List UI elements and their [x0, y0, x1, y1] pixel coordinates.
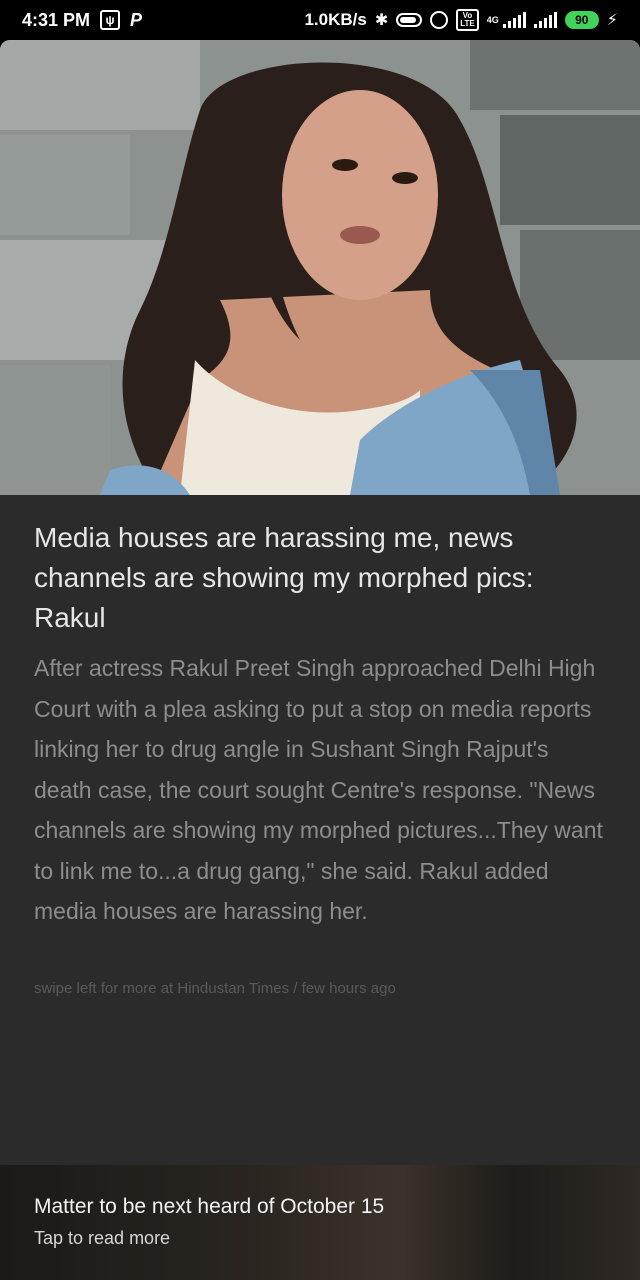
source-line[interactable]: swipe left for more at Hindustan Times /…	[34, 980, 396, 997]
news-card[interactable]: Media houses are harassing me, news chan…	[0, 40, 640, 1280]
article-body: After actress Rakul Preet Singh approach…	[34, 655, 603, 924]
status-left: 4:31 PM ψ P	[22, 10, 142, 31]
status-bar: 4:31 PM ψ P 1.0KB/s ✱ Vo LTE 4G 90 ⚡	[0, 0, 640, 40]
usb-icon: ψ	[100, 10, 121, 30]
alarm-icon	[430, 11, 449, 29]
hero-image[interactable]	[0, 40, 640, 495]
signal-icon-2	[533, 12, 557, 28]
toggle-icon	[396, 13, 423, 27]
status-time: 4:31 PM	[22, 9, 91, 30]
read-more-banner[interactable]: Matter to be next heard of October 15 Ta…	[0, 1165, 640, 1280]
banner-title: Matter to be next heard of October 15	[34, 1195, 385, 1218]
volte-icon: Vo LTE	[456, 9, 479, 31]
battery-icon: 90	[564, 11, 599, 29]
article-headline: Media houses are harassing me, news chan…	[34, 522, 534, 633]
p-icon: P	[130, 9, 143, 30]
banner-subtitle: Tap to read more	[34, 1228, 171, 1248]
network-speed: 1.0KB/s	[304, 10, 367, 29]
network-type: 4G	[486, 14, 499, 25]
hero-illustration	[0, 40, 640, 495]
charging-icon: ⚡	[606, 12, 618, 29]
bluetooth-icon: ✱	[374, 12, 389, 29]
status-right: 1.0KB/s ✱ Vo LTE 4G 90 ⚡	[304, 9, 618, 31]
signal-icon	[502, 12, 526, 28]
